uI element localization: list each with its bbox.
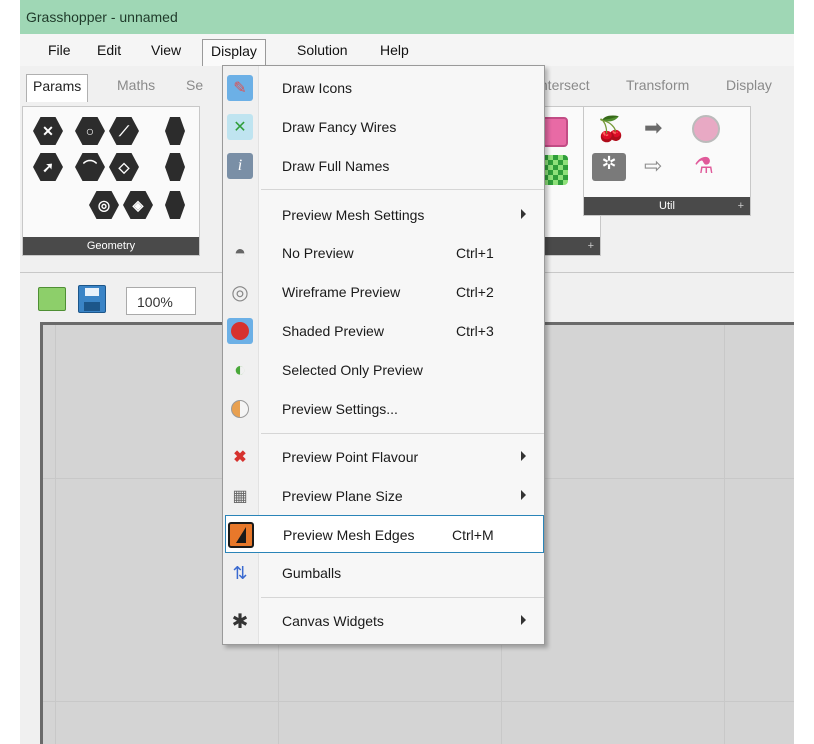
point-flavour-icon: ✖ [233, 449, 247, 466]
menu-item-draw-fancy-wires[interactable]: ✕ Draw Fancy Wires [225, 108, 544, 146]
plane-size-icon: ▦ [232, 488, 248, 505]
geometry-panel-footer[interactable]: Geometry [23, 237, 199, 255]
menu-item-preview-plane-size[interactable]: ▦ Preview Plane Size [225, 477, 544, 515]
wireframe-preview-icon: ◎ [231, 281, 249, 304]
menu-item-selected-only-preview[interactable]: ◐ Selected Only Preview [225, 351, 544, 389]
geometry-panel: ✕ ➚ ○ ⟋ ⌒ ◇ ◎ ◈ Geometry [22, 106, 200, 256]
geometry-panel-label: Geometry [86, 240, 136, 252]
menu-bar: File Edit View Display Solution Help [20, 34, 794, 66]
tab-sets[interactable]: Se [186, 77, 203, 93]
menu-item-preview-point-flavour[interactable]: ✖ Preview Point Flavour [225, 438, 544, 476]
menu-item-gumballs[interactable]: ⇅ Gumballs [225, 554, 544, 592]
capsule-icon[interactable] [692, 115, 720, 143]
window-title: Grasshopper - unnamed [26, 9, 178, 25]
menu-item-preview-mesh-settings[interactable]: Preview Mesh Settings [225, 196, 544, 234]
grasshopper-window: Grasshopper - unnamed File Edit View Dis… [20, 0, 794, 744]
util-panel-label: Util [659, 200, 675, 212]
menu-item-draw-full-names[interactable]: i Draw Full Names [225, 147, 544, 185]
menu-edit[interactable]: Edit [95, 42, 123, 58]
remove-icon[interactable]: ✕ [33, 117, 63, 145]
gumball-icon: ⇅ [232, 562, 248, 583]
menu-item-no-preview[interactable]: ◓ No Preview Ctrl+1 [225, 234, 544, 272]
menu-view[interactable]: View [149, 42, 183, 58]
tree-icon[interactable]: ✲ [592, 153, 626, 181]
util-panel: 🍒 ➡ ✲ ⇨ ⚗ Util + [583, 106, 751, 216]
tab-transform[interactable]: Transform [626, 77, 689, 93]
brep-param-icon[interactable]: ◎ [89, 191, 119, 219]
draw-icons-icon: ✎ [227, 75, 253, 101]
tab-display[interactable]: Display [726, 77, 772, 93]
menu-help[interactable]: Help [378, 42, 411, 58]
menu-item-canvas-widgets[interactable]: ✱ Canvas Widgets [225, 602, 544, 640]
arrow-outline-icon[interactable]: ⇨ [644, 153, 662, 179]
submenu-arrow-icon [521, 209, 526, 219]
circle-param-icon[interactable]: ○ [75, 117, 105, 145]
menu-item-shaded-preview[interactable]: Shaded Preview Ctrl+3 [225, 312, 544, 350]
save-icon[interactable] [78, 285, 106, 313]
submenu-arrow-icon [521, 451, 526, 461]
submenu-arrow-icon [521, 490, 526, 500]
no-preview-icon: ◓ [233, 241, 247, 264]
surface-param-icon[interactable]: ◇ [109, 153, 139, 181]
canvas-widgets-icon: ✱ [231, 610, 249, 633]
menu-item-draw-icons[interactable]: ✎ Draw Icons [225, 69, 544, 107]
tab-maths[interactable]: Maths [117, 77, 155, 93]
param-icon[interactable] [165, 117, 185, 145]
info-icon: i [227, 153, 253, 179]
menu-separator [261, 189, 544, 190]
flask-icon[interactable]: ⚗ [694, 153, 714, 179]
param-icon[interactable] [165, 153, 185, 181]
menu-item-preview-settings[interactable]: Preview Settings... [225, 390, 544, 428]
arrow-right-icon[interactable]: ➡ [644, 115, 662, 141]
preview-settings-icon [227, 396, 253, 422]
util-panel-footer[interactable]: Util + [584, 197, 750, 215]
selected-only-preview-icon: ◐ [233, 358, 247, 381]
menu-item-wireframe-preview[interactable]: ◎ Wireframe Preview Ctrl+2 [225, 273, 544, 311]
fancy-wires-icon: ✕ [227, 114, 253, 140]
menu-item-preview-mesh-edges[interactable]: Preview Mesh Edges Ctrl+M [225, 515, 544, 553]
menu-separator [261, 433, 544, 434]
menu-file[interactable]: File [46, 42, 73, 58]
menu-solution[interactable]: Solution [295, 42, 350, 58]
curve-param-icon[interactable]: ⌒ [75, 153, 105, 181]
open-folder-icon[interactable] [38, 287, 66, 311]
title-bar: Grasshopper - unnamed [20, 0, 794, 34]
zoom-input[interactable]: 100% [126, 287, 196, 315]
submenu-arrow-icon [521, 615, 526, 625]
mesh-param-icon[interactable]: ◈ [123, 191, 153, 219]
menu-display[interactable]: Display [202, 39, 266, 66]
cherry-icon[interactable]: 🍒 [596, 115, 626, 144]
shaded-preview-icon [227, 318, 253, 344]
display-menu-dropdown: ✎ Draw Icons ✕ Draw Fancy Wires i Draw F… [222, 65, 545, 645]
param-icon[interactable] [165, 191, 185, 219]
tab-params[interactable]: Params [26, 74, 89, 102]
line-param-icon[interactable]: ⟋ [109, 117, 139, 145]
mesh-edges-icon [228, 522, 254, 548]
arrow-icon[interactable]: ➚ [33, 153, 63, 181]
menu-separator [261, 597, 544, 598]
